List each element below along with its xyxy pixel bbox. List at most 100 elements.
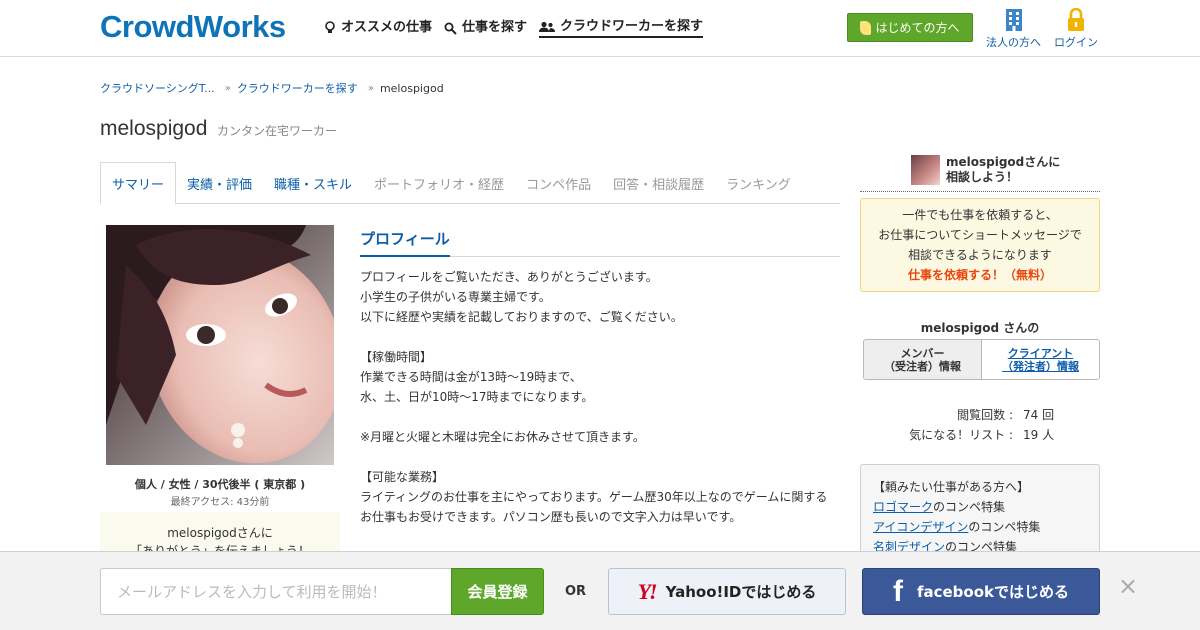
- consult-line-1: melospigodさんに: [946, 155, 1061, 169]
- client-info-tab[interactable]: クライアント （発注者）情報: [982, 340, 1099, 379]
- building-icon: [1005, 9, 1022, 31]
- stat-value: 19 人: [1023, 428, 1055, 442]
- stat-watchlist: 気になる！リスト : 19 人: [860, 425, 1100, 445]
- client-info-line-2: （発注者）情報: [1002, 359, 1079, 373]
- crowdworks-logo[interactable]: CrowdWorks: [100, 9, 286, 45]
- yahoo-signin-label: Yahoo!IDではじめる: [665, 583, 817, 601]
- facebook-signin-button[interactable]: f facebookではじめる: [862, 568, 1100, 615]
- profile-line: 【可能な業務】: [360, 470, 445, 484]
- profile-text: プロフィールをご覧いただき、ありがとうございます。 小学生の子供がいる専業主婦で…: [360, 267, 840, 527]
- breadcrumb-separator: »: [224, 82, 231, 94]
- member-info-tab[interactable]: メンバー （受注者）情報: [864, 340, 982, 379]
- profile-line: 作業できる時間は金が13時～19時まで、: [360, 370, 582, 384]
- job-request-box: 【頼みたい仕事がある方へ】 ロゴマークのコンペ特集 アイコンデザインのコンペ特集…: [860, 464, 1100, 564]
- facebook-signin-label: facebookではじめる: [916, 583, 1070, 601]
- profile-line: [360, 407, 840, 427]
- register-button[interactable]: 会員登録: [451, 568, 544, 615]
- nav-label: 仕事を探す: [462, 20, 528, 35]
- tab-summary[interactable]: サマリー: [100, 162, 177, 205]
- login-link-label: ログイン: [1054, 36, 1098, 49]
- tab-competition: コンペ作品: [526, 177, 592, 193]
- consult-header: melospigodさんに 相談しよう！: [860, 155, 1100, 192]
- tab-skills[interactable]: 職種・スキル: [263, 162, 363, 204]
- yahoo-logo-icon: Y!: [637, 578, 658, 604]
- breadcrumb-find-workers[interactable]: クラウドワーカーを探す: [237, 80, 358, 96]
- list-item: アイコンデザインのコンペ特集: [873, 517, 1099, 537]
- login-link[interactable]: ログイン: [1054, 8, 1098, 50]
- profile-line: [360, 447, 840, 467]
- or-label: OR: [565, 584, 587, 599]
- thanks-box: melospigodさんに 「ありがとう」を伝えましょう！: [100, 512, 340, 558]
- tab-achievements[interactable]: 実績・評価: [176, 162, 263, 204]
- consult-line-2: 相談しよう！: [946, 170, 1019, 184]
- beginner-guide-button[interactable]: はじめての方へ: [847, 13, 973, 42]
- profile-line: [360, 327, 840, 347]
- list-item-suffix: のコンペ特集: [968, 520, 1041, 534]
- profile-line: 以下に経歴や実績を記載しておりますので、ご覧ください。: [360, 310, 683, 324]
- profile-line: 小学生の子供がいる専業主婦です。: [360, 290, 551, 304]
- email-input[interactable]: [100, 568, 451, 615]
- profile-photo: [106, 225, 334, 465]
- icon-design-competition-link[interactable]: アイコンデザイン: [873, 520, 968, 534]
- request-job-link[interactable]: 仕事を依頼する！（無料）: [861, 265, 1099, 285]
- request-line-1: 一件でも仕事を依頼すると、: [902, 208, 1058, 222]
- nav-recommended-jobs[interactable]: オススメの仕事: [324, 18, 432, 38]
- yahoo-signin-button[interactable]: Y! Yahoo!IDではじめる: [608, 568, 846, 615]
- facebook-logo-icon: f: [892, 574, 903, 608]
- tab-portfolio: ポートフォリオ・経歴: [374, 177, 505, 193]
- list-item-suffix: のコンペ特集: [933, 500, 1006, 514]
- search-icon: [444, 22, 457, 35]
- close-icon[interactable]: ×: [1118, 572, 1138, 600]
- nav-find-workers[interactable]: クラウドワーカーを探す: [539, 18, 704, 38]
- request-box: 一件でも仕事を依頼すると、 お仕事についてショートメッセージで 相談できるように…: [860, 198, 1100, 292]
- corporate-link[interactable]: 法人の方へ: [986, 8, 1041, 50]
- lock-icon: [1068, 8, 1084, 31]
- profile-heading-label: プロフィール: [360, 228, 450, 257]
- profile-line: ※月曜と火曜と木曜は完全にお休みさせて頂きます。: [360, 430, 645, 444]
- stat-label: 気になる！リスト :: [909, 428, 1013, 442]
- logo-competition-link[interactable]: ロゴマーク: [873, 500, 933, 514]
- profile-line: プロフィールをご覧いただき、ありがとうございます。: [360, 270, 658, 284]
- stat-label: 閲覧回数 :: [957, 408, 1013, 422]
- site-header: CrowdWorks オススメの仕事 仕事を探す クラウドワーカーを探す はじめ…: [0, 0, 1200, 57]
- beginner-leaf-icon: [860, 20, 872, 35]
- stat-views: 閲覧回数 : 74 回: [860, 405, 1100, 425]
- nav-label: オススメの仕事: [341, 20, 433, 35]
- last-access: 最終アクセス: 43分前: [170, 497, 270, 508]
- avatar: [911, 155, 940, 185]
- profile-stats: 閲覧回数 : 74 回 気になる！リスト : 19 人: [860, 405, 1100, 445]
- stat-value: 74 回: [1023, 408, 1055, 422]
- breadcrumb-separator: »: [367, 82, 374, 94]
- breadcrumb-home[interactable]: クラウドソーシングT...: [100, 80, 215, 96]
- tab-answers: 回答・相談履歴: [613, 177, 705, 193]
- member-info-line-2: （受注者）情報: [884, 359, 961, 373]
- signup-bar: 会員登録 OR Y! Yahoo!IDではじめる f facebookではじめる…: [0, 551, 1200, 630]
- lightbulb-icon: [325, 21, 335, 33]
- profile-line: 【稼働時間】: [360, 350, 433, 364]
- info-toggle: メンバー （受注者）情報 クライアント （発注者）情報: [863, 339, 1100, 380]
- member-info-line-1: メンバー: [900, 346, 945, 360]
- consult-text: melospigodさんに 相談しよう！: [946, 155, 1060, 185]
- request-line-3: 相談できるようになります: [908, 248, 1052, 262]
- nav-find-jobs[interactable]: 仕事を探す: [444, 18, 527, 38]
- list-item: ロゴマークのコンペ特集: [873, 497, 1099, 517]
- user-worker-type: カンタン在宅ワーカー: [217, 124, 338, 138]
- profile-photo-image: [106, 225, 334, 465]
- corporate-link-label: 法人の方へ: [986, 36, 1041, 49]
- info-title: melospigod さんの: [920, 321, 1040, 335]
- profile-line: お仕事もお受けできます。パソコン歴も長いので文字入力は早いです。: [360, 510, 742, 524]
- tab-ranking: ランキング: [726, 177, 791, 193]
- client-info-line-1: クライアント: [1007, 346, 1074, 360]
- request-line-2: お仕事についてショートメッセージで: [878, 228, 1082, 242]
- beginner-guide-label: はじめての方へ: [875, 21, 960, 35]
- breadcrumb: クラウドソーシングT... » クラウドワーカーを探す » melospigod: [100, 80, 444, 96]
- profile-line: 水、土、日が10時～17時までになります。: [360, 390, 594, 404]
- user-demographics: 個人 / 女性 / 30代後半 ( 東京都 ): [134, 478, 306, 491]
- profile-tabs: サマリー 実績・評価 職種・スキル ポートフォリオ・経歴 コンペ作品 回答・相談…: [100, 162, 840, 205]
- nav-label: クラウドワーカーを探す: [560, 19, 704, 34]
- job-request-title: 【頼みたい仕事がある方へ】: [873, 480, 1030, 494]
- breadcrumb-current: melospigod: [379, 81, 444, 95]
- main-nav: オススメの仕事 仕事を探す クラウドワーカーを探す: [324, 18, 704, 38]
- thanks-line-1: melospigodさんに: [167, 526, 273, 540]
- users-icon: [539, 21, 556, 32]
